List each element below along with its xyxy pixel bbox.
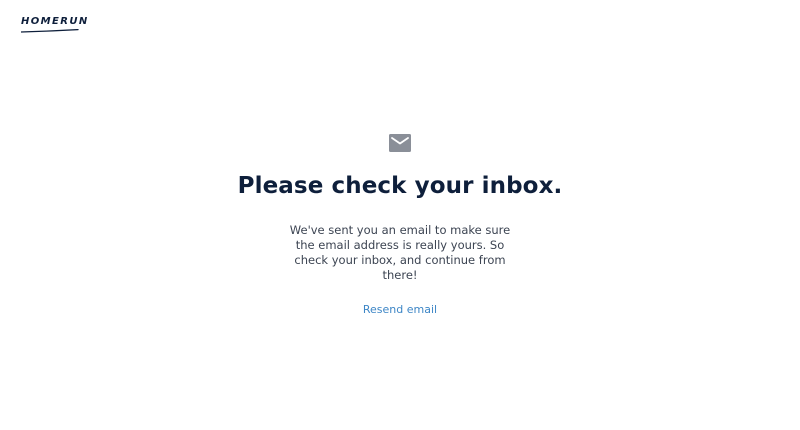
homerun-logo[interactable]: HOMERUN bbox=[21, 16, 89, 33]
verification-message: We've sent you an email to make sure the… bbox=[289, 223, 511, 282]
logo-text: HOMERUN bbox=[21, 16, 89, 27]
mail-icon bbox=[389, 134, 411, 152]
verification-panel: Please check your inbox. We've sent you … bbox=[0, 133, 800, 316]
page-title: Please check your inbox. bbox=[237, 173, 563, 199]
verify-email-page: HOMERUN Please check your inbox. We've s… bbox=[0, 0, 800, 430]
logo-underline bbox=[21, 29, 79, 33]
resend-email-link[interactable]: Resend email bbox=[363, 303, 437, 316]
